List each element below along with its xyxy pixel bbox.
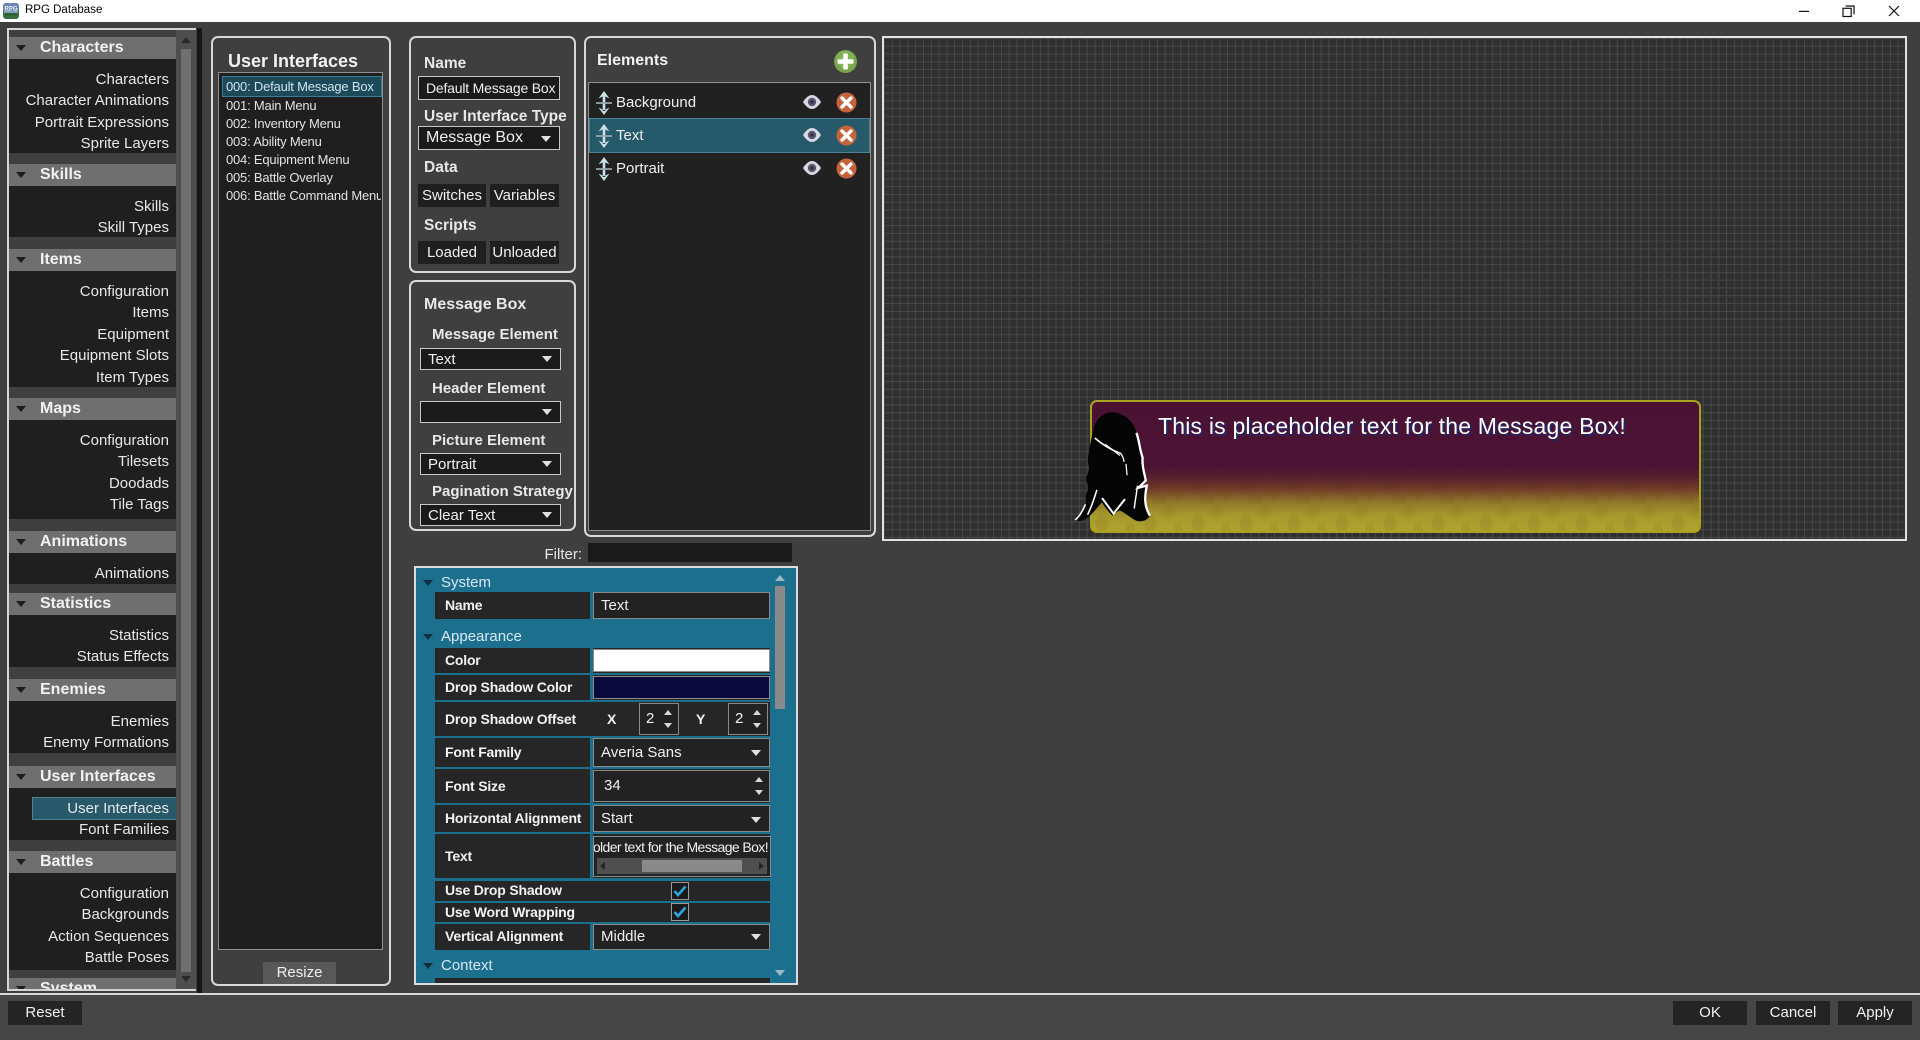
svg-text:RPG: RPG (4, 7, 17, 13)
